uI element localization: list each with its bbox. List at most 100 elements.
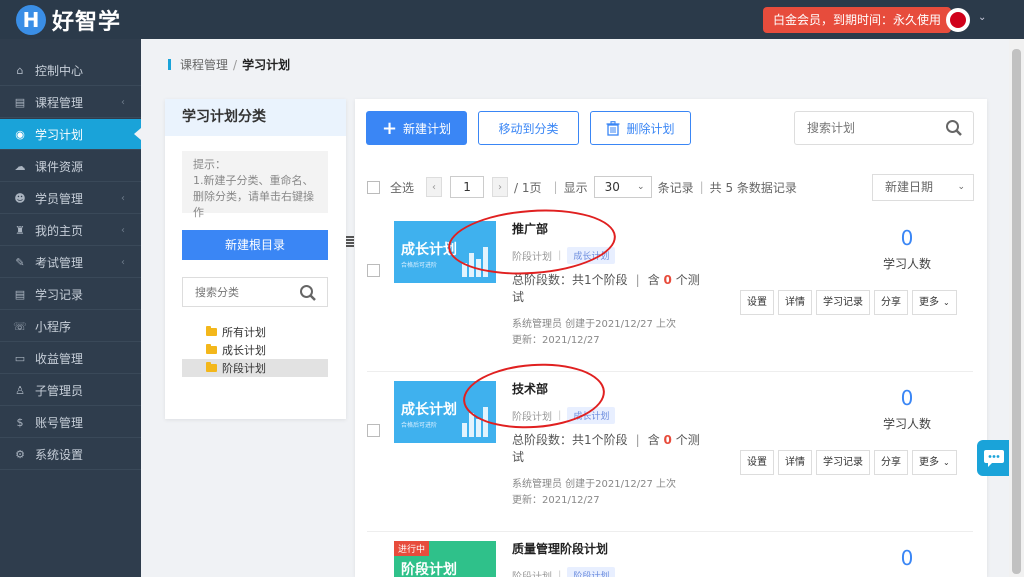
search-icon[interactable]: [945, 119, 963, 137]
more-button[interactable]: 更多 ⌄: [912, 450, 957, 475]
learner-count: 0: [900, 386, 914, 410]
sidebar-item-label: 账号管理: [35, 415, 84, 430]
category-panel: 学习计划分类 提示： 1.新建子分类、重命名、删除分类，请单击右键操作 新建根目…: [165, 99, 346, 419]
tree-item-label: 所有计划: [222, 326, 266, 339]
plan-type: 阶段计划: [512, 568, 552, 577]
graduation-cap-icon: ♜: [15, 223, 25, 237]
row-checkbox[interactable]: [367, 424, 380, 437]
sidebar-item-label: 子管理员: [35, 383, 84, 398]
tree-item-stage[interactable]: 阶段计划: [182, 359, 328, 377]
folder-icon: [206, 362, 217, 372]
chevron-left-icon: ‹: [121, 224, 125, 236]
plan-thumbnail[interactable]: 进行中 阶段计划: [394, 541, 496, 577]
search-icon[interactable]: [299, 284, 317, 302]
sidebar-item-exams[interactable]: ✎ 考试管理 ‹: [0, 247, 141, 278]
panel-resize-handle[interactable]: [346, 236, 354, 248]
delete-plan-button[interactable]: 删除计划: [590, 111, 691, 145]
row-checkbox[interactable]: [367, 264, 380, 277]
more-label: 更多: [919, 457, 939, 468]
new-root-button[interactable]: 新建根目录: [182, 230, 328, 260]
details-button[interactable]: 详情: [778, 290, 812, 315]
per-page-select[interactable]: 30 ⌄: [593, 176, 652, 198]
chevron-down-icon: ⌄: [943, 458, 950, 467]
book-icon: ▤: [14, 95, 26, 109]
tree-item-label: 成长计划: [222, 344, 266, 357]
divider: |: [699, 180, 704, 194]
show-label: 显示: [563, 180, 588, 195]
sidebar-item-miniprogram[interactable]: ☏ 小程序: [0, 311, 141, 342]
chevron-down-icon: ⌄: [943, 298, 950, 307]
settings-button[interactable]: 设置: [740, 450, 774, 475]
new-plan-label: 新建计划: [403, 121, 452, 136]
sidebar-item-label: 学员管理: [35, 191, 84, 206]
details-button[interactable]: 详情: [778, 450, 812, 475]
per-page-value: 30: [604, 180, 620, 194]
sidebar-item-settings[interactable]: ⚙ 系统设置: [0, 439, 141, 470]
plan-name[interactable]: 质量管理阶段计划: [512, 540, 608, 557]
tip-title: 提示：: [193, 158, 226, 171]
prev-page-button[interactable]: ‹: [426, 177, 443, 197]
move-to-category-button[interactable]: 移动到分类: [478, 111, 579, 145]
tests-count: 0: [663, 273, 672, 287]
sidebar-item-course[interactable]: ▤ 课程管理 ‹: [0, 87, 141, 118]
chat-button[interactable]: [977, 440, 1010, 476]
sidebar-item-dashboard[interactable]: ⌂ 控制中心: [0, 55, 141, 86]
chevron-down-icon[interactable]: ⌄: [978, 12, 986, 23]
sort-select[interactable]: 新建日期 ⌄: [872, 174, 974, 201]
cloud-icon: ☁: [14, 159, 26, 173]
plan-tag: 阶段计划: [567, 567, 616, 577]
plan-stats: 总阶段数：共1个阶段 | 含 0 个测试: [512, 272, 702, 306]
study-records-button[interactable]: 学习记录: [816, 290, 870, 315]
card-icon: ▭: [14, 351, 26, 365]
tree-item-growth[interactable]: 成长计划: [182, 341, 328, 359]
next-page-button[interactable]: ›: [492, 177, 509, 197]
logo-text: 好智学: [52, 10, 122, 35]
sidebar-item-study-plan[interactable]: ◉ 学习计划: [0, 119, 141, 150]
record-icon: ▤: [14, 287, 26, 301]
home-icon: ⌂: [16, 63, 24, 77]
sidebar-item-label: 学习计划: [35, 127, 84, 142]
category-search-input[interactable]: [183, 278, 293, 306]
sidebar-item-account[interactable]: $ 账号管理: [0, 407, 141, 438]
plan-search-input[interactable]: [795, 112, 935, 144]
gear-icon: ⚙: [15, 447, 25, 461]
trash-icon: [606, 120, 620, 136]
thumb-subtitle: 合格后可进阶: [401, 422, 438, 429]
tree-item-all[interactable]: 所有计划: [182, 323, 328, 341]
member-badge[interactable]: 白金会员，到期时间：永久使用: [763, 7, 952, 33]
scrollbar-thumb[interactable]: [1012, 49, 1021, 574]
sidebar-item-label: 小程序: [35, 319, 72, 334]
creator-info: 系统管理员 创建于2021/12/27 上次更新：2021/12/27: [512, 319, 676, 346]
study-records-button[interactable]: 学习记录: [816, 450, 870, 475]
share-button[interactable]: 分享: [874, 450, 908, 475]
sidebar-item-courseware[interactable]: ☁ 课件资源: [0, 151, 141, 182]
breadcrumb-parent[interactable]: 课程管理: [180, 56, 228, 73]
sidebar-item-students[interactable]: ☻ 学员管理 ‹: [0, 183, 141, 214]
more-button[interactable]: 更多 ⌄: [912, 290, 957, 315]
tip-box: 提示： 1.新建子分类、重命名、删除分类，请单击右键操作: [182, 151, 328, 219]
chevron-left-icon: ‹: [121, 96, 125, 108]
share-button[interactable]: 分享: [874, 290, 908, 315]
row-actions: 设置 详情 学习记录 分享 更多 ⌄: [740, 450, 961, 475]
thumb-title: 阶段计划: [401, 562, 457, 577]
logo-mark: H: [16, 5, 46, 35]
logo[interactable]: H 好智学: [16, 4, 121, 36]
page-scrollbar[interactable]: [1009, 39, 1024, 577]
sidebar-item-homepage[interactable]: ♜ 我的主页 ‹: [0, 215, 141, 246]
breadcrumb: 课程管理 / 学习计划: [168, 56, 290, 73]
plan-search: [794, 111, 974, 145]
select-all-checkbox[interactable]: [367, 180, 380, 194]
chevron-down-icon: ⌄: [637, 182, 645, 192]
page-number-input[interactable]: 1: [450, 176, 485, 198]
settings-button[interactable]: 设置: [740, 290, 774, 315]
row-actions: 设置 详情 学习记录 分享 更多 ⌄: [740, 290, 961, 315]
sidebar-item-label: 学习记录: [35, 287, 84, 302]
sidebar-item-sub-admin[interactable]: ♙ 子管理员: [0, 375, 141, 406]
category-title: 学习计划分类: [165, 99, 346, 136]
new-plan-button[interactable]: + 新建计划: [366, 111, 467, 145]
more-label: 更多: [919, 297, 939, 308]
sidebar-item-revenue[interactable]: ▭ 收益管理: [0, 343, 141, 374]
tip-body: 1.新建子分类、重命名、删除分类，请单击右键操作: [193, 174, 314, 219]
avatar[interactable]: [946, 8, 970, 32]
sidebar-item-records[interactable]: ▤ 学习记录: [0, 279, 141, 310]
